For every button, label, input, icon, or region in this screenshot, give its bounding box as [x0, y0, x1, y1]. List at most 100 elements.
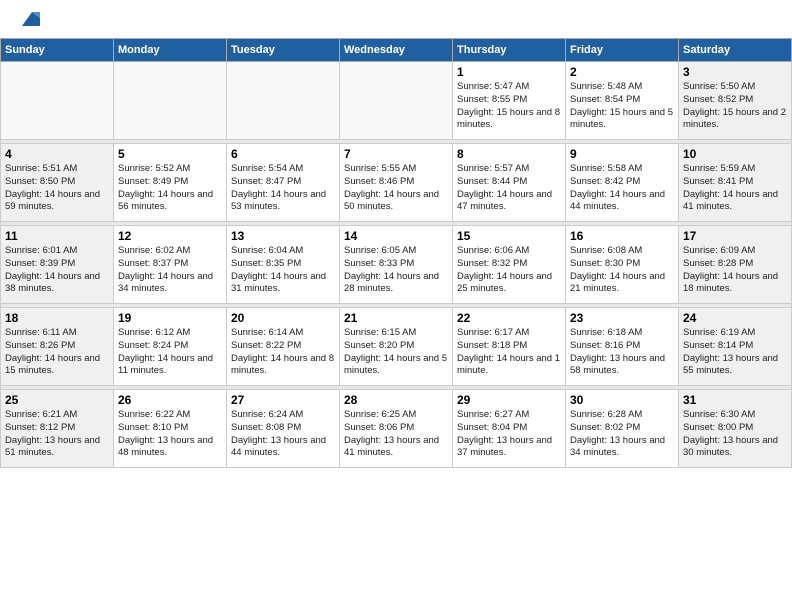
calendar-cell: 18Sunrise: 6:11 AMSunset: 8:26 PMDayligh… — [1, 308, 114, 386]
day-number: 29 — [457, 393, 561, 407]
day-number: 30 — [570, 393, 674, 407]
day-info: Sunrise: 5:50 AMSunset: 8:52 PMDaylight:… — [683, 81, 787, 132]
day-info: Sunrise: 6:02 AMSunset: 8:37 PMDaylight:… — [118, 245, 222, 296]
day-info: Sunrise: 6:15 AMSunset: 8:20 PMDaylight:… — [344, 327, 448, 378]
day-number: 10 — [683, 147, 787, 161]
day-number: 1 — [457, 65, 561, 79]
day-info: Sunrise: 6:01 AMSunset: 8:39 PMDaylight:… — [5, 245, 109, 296]
day-info: Sunrise: 6:05 AMSunset: 8:33 PMDaylight:… — [344, 245, 448, 296]
calendar-cell: 3 Sunrise: 5:50 AMSunset: 8:52 PMDaylight… — [679, 62, 792, 140]
day-number: 25 — [5, 393, 109, 407]
calendar-week-row: 25 Sunrise: 6:21 AMSunset: 8:12 PMDayligh… — [1, 390, 792, 468]
day-number: 3 — [683, 65, 787, 79]
calendar-week-row: 18Sunrise: 6:11 AMSunset: 8:26 PMDayligh… — [1, 308, 792, 386]
day-info: Sunrise: 6:22 AMSunset: 8:10 PMDaylight:… — [118, 409, 222, 460]
calendar-cell: 27 Sunrise: 6:24 AMSunset: 8:08 PMDayligh… — [227, 390, 340, 468]
day-number: 6 — [231, 147, 335, 161]
day-info: Sunrise: 6:28 AMSunset: 8:02 PMDaylight:… — [570, 409, 674, 460]
day-number: 17 — [683, 229, 787, 243]
day-number: 24 — [683, 311, 787, 325]
calendar-cell: 15 Sunrise: 6:06 AMSunset: 8:32 PMDayligh… — [453, 226, 566, 304]
calendar-table: SundayMondayTuesdayWednesdayThursdayFrid… — [0, 38, 792, 468]
day-info: Sunrise: 6:21 AMSunset: 8:12 PMDaylight:… — [5, 409, 109, 460]
day-number: 12 — [118, 229, 222, 243]
calendar-cell: 22 Sunrise: 6:17 AMSunset: 8:18 PMDayligh… — [453, 308, 566, 386]
calendar-cell: 25 Sunrise: 6:21 AMSunset: 8:12 PMDayligh… — [1, 390, 114, 468]
calendar-cell: 5Sunrise: 5:52 AMSunset: 8:49 PMDaylight… — [114, 144, 227, 222]
calendar-cell: 24 Sunrise: 6:19 AMSunset: 8:14 PMDayligh… — [679, 308, 792, 386]
day-number: 19 — [118, 311, 222, 325]
calendar-cell: 9 Sunrise: 5:58 AMSunset: 8:42 PMDaylight… — [566, 144, 679, 222]
day-info: Sunrise: 6:14 AMSunset: 8:22 PMDaylight:… — [231, 327, 335, 378]
calendar-cell — [114, 62, 227, 140]
day-number: 26 — [118, 393, 222, 407]
day-number: 2 — [570, 65, 674, 79]
day-info: Sunrise: 5:47 AMSunset: 8:55 PMDaylight:… — [457, 81, 561, 132]
day-number: 20 — [231, 311, 335, 325]
day-info: Sunrise: 6:06 AMSunset: 8:32 PMDaylight:… — [457, 245, 561, 296]
logo — [16, 12, 40, 30]
calendar-cell: 29 Sunrise: 6:27 AMSunset: 8:04 PMDayligh… — [453, 390, 566, 468]
day-number: 4 — [5, 147, 109, 161]
day-info: Sunrise: 5:58 AMSunset: 8:42 PMDaylight:… — [570, 163, 674, 214]
calendar-cell: 4Sunrise: 5:51 AMSunset: 8:50 PMDaylight… — [1, 144, 114, 222]
day-number: 11 — [5, 229, 109, 243]
calendar-cell: 21 Sunrise: 6:15 AMSunset: 8:20 PMDayligh… — [340, 308, 453, 386]
day-info: Sunrise: 5:48 AMSunset: 8:54 PMDaylight:… — [570, 81, 674, 132]
calendar-cell: 28Sunrise: 6:25 AMSunset: 8:06 PMDayligh… — [340, 390, 453, 468]
calendar-cell: 8 Sunrise: 5:57 AMSunset: 8:44 PMDaylight… — [453, 144, 566, 222]
day-info: Sunrise: 5:59 AMSunset: 8:41 PMDaylight:… — [683, 163, 787, 214]
day-number: 22 — [457, 311, 561, 325]
day-number: 31 — [683, 393, 787, 407]
calendar-cell — [227, 62, 340, 140]
day-info: Sunrise: 6:25 AMSunset: 8:06 PMDaylight:… — [344, 409, 448, 460]
calendar-header-saturday: Saturday — [679, 39, 792, 62]
calendar-cell: 1 Sunrise: 5:47 AMSunset: 8:55 PMDaylight… — [453, 62, 566, 140]
day-info: Sunrise: 6:27 AMSunset: 8:04 PMDaylight:… — [457, 409, 561, 460]
day-info: Sunrise: 5:57 AMSunset: 8:44 PMDaylight:… — [457, 163, 561, 214]
day-number: 9 — [570, 147, 674, 161]
calendar-cell: 7 Sunrise: 5:55 AMSunset: 8:46 PMDaylight… — [340, 144, 453, 222]
day-number: 16 — [570, 229, 674, 243]
calendar-cell: 31 Sunrise: 6:30 AMSunset: 8:00 PMDayligh… — [679, 390, 792, 468]
day-info: Sunrise: 6:30 AMSunset: 8:00 PMDaylight:… — [683, 409, 787, 460]
calendar-cell: 19Sunrise: 6:12 AMSunset: 8:24 PMDayligh… — [114, 308, 227, 386]
calendar-body: 1 Sunrise: 5:47 AMSunset: 8:55 PMDaylight… — [1, 62, 792, 468]
calendar-header-sunday: Sunday — [1, 39, 114, 62]
calendar-cell: 26 Sunrise: 6:22 AMSunset: 8:10 PMDayligh… — [114, 390, 227, 468]
day-info: Sunrise: 6:19 AMSunset: 8:14 PMDaylight:… — [683, 327, 787, 378]
day-info: Sunrise: 6:11 AMSunset: 8:26 PMDaylight:… — [5, 327, 109, 378]
calendar-header-friday: Friday — [566, 39, 679, 62]
day-number: 27 — [231, 393, 335, 407]
calendar-cell: 17 Sunrise: 6:09 AMSunset: 8:28 PMDayligh… — [679, 226, 792, 304]
day-info: Sunrise: 5:55 AMSunset: 8:46 PMDaylight:… — [344, 163, 448, 214]
day-info: Sunrise: 6:17 AMSunset: 8:18 PMDaylight:… — [457, 327, 561, 378]
day-info: Sunrise: 6:18 AMSunset: 8:16 PMDaylight:… — [570, 327, 674, 378]
calendar-cell: 16 Sunrise: 6:08 AMSunset: 8:30 PMDayligh… — [566, 226, 679, 304]
calendar-cell: 10 Sunrise: 5:59 AMSunset: 8:41 PMDayligh… — [679, 144, 792, 222]
day-number: 21 — [344, 311, 448, 325]
calendar-cell: 30 Sunrise: 6:28 AMSunset: 8:02 PMDayligh… — [566, 390, 679, 468]
calendar-header-monday: Monday — [114, 39, 227, 62]
day-number: 7 — [344, 147, 448, 161]
calendar-cell — [340, 62, 453, 140]
page-header — [0, 0, 792, 38]
day-number: 13 — [231, 229, 335, 243]
calendar-cell: 12 Sunrise: 6:02 AMSunset: 8:37 PMDayligh… — [114, 226, 227, 304]
calendar-cell: 23Sunrise: 6:18 AMSunset: 8:16 PMDayligh… — [566, 308, 679, 386]
day-info: Sunrise: 6:08 AMSunset: 8:30 PMDaylight:… — [570, 245, 674, 296]
calendar-cell: 13 Sunrise: 6:04 AMSunset: 8:35 PMDayligh… — [227, 226, 340, 304]
calendar-cell: 14Sunrise: 6:05 AMSunset: 8:33 PMDayligh… — [340, 226, 453, 304]
calendar-header-wednesday: Wednesday — [340, 39, 453, 62]
day-info: Sunrise: 6:24 AMSunset: 8:08 PMDaylight:… — [231, 409, 335, 460]
calendar-header-tuesday: Tuesday — [227, 39, 340, 62]
day-info: Sunrise: 5:52 AMSunset: 8:49 PMDaylight:… — [118, 163, 222, 214]
day-info: Sunrise: 6:04 AMSunset: 8:35 PMDaylight:… — [231, 245, 335, 296]
calendar-week-row: 1 Sunrise: 5:47 AMSunset: 8:55 PMDaylight… — [1, 62, 792, 140]
day-number: 15 — [457, 229, 561, 243]
calendar-cell: 6Sunrise: 5:54 AMSunset: 8:47 PMDaylight… — [227, 144, 340, 222]
calendar-header-thursday: Thursday — [453, 39, 566, 62]
day-number: 8 — [457, 147, 561, 161]
calendar-week-row: 11 Sunrise: 6:01 AMSunset: 8:39 PMDayligh… — [1, 226, 792, 304]
day-info: Sunrise: 6:09 AMSunset: 8:28 PMDaylight:… — [683, 245, 787, 296]
